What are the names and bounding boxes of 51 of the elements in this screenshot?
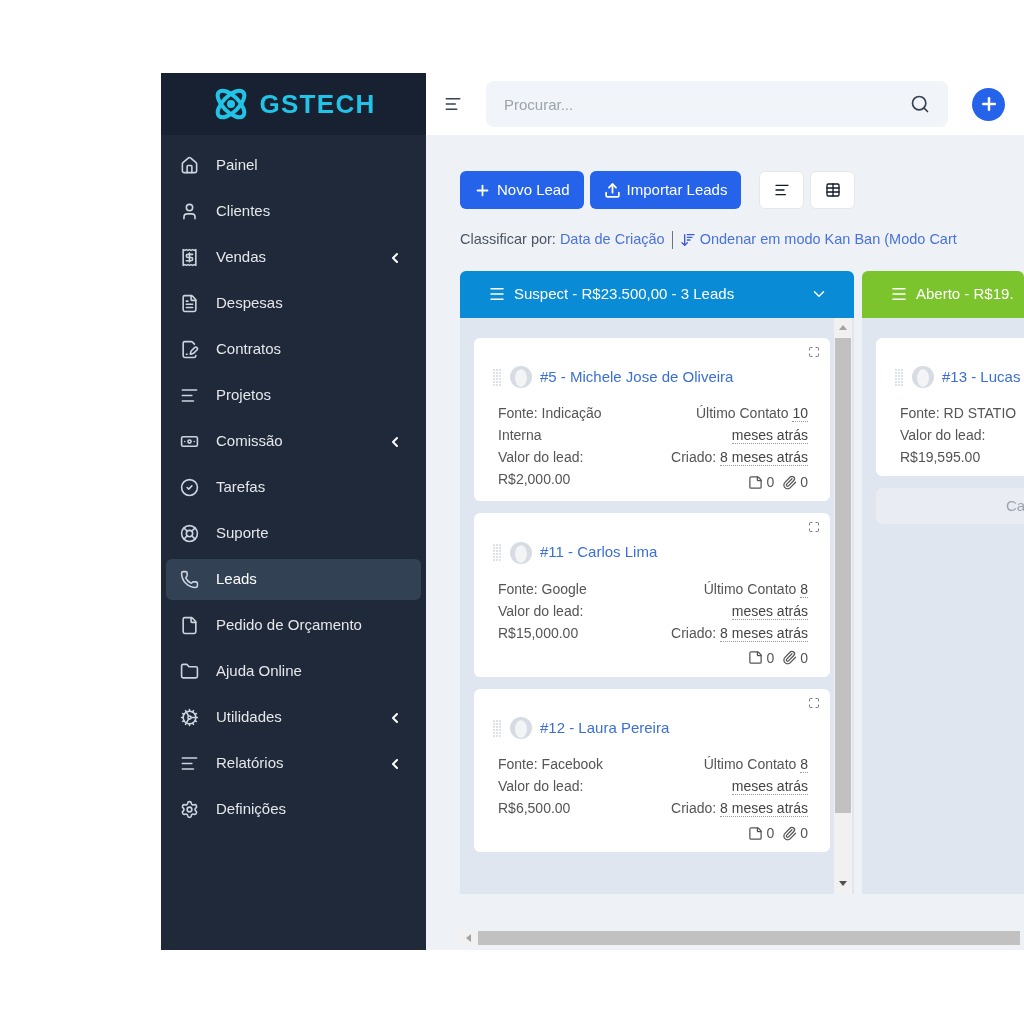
sidebar-item[interactable]: Definições bbox=[166, 789, 421, 830]
attachments-count[interactable]: 0 bbox=[782, 646, 808, 669]
search-field[interactable]: Procurar... bbox=[486, 81, 948, 127]
sidebar-item[interactable]: Painel bbox=[166, 145, 421, 186]
sidebar-item[interactable]: Pedido de Orçamento bbox=[166, 605, 421, 646]
sidebar-item[interactable]: Leads bbox=[166, 559, 421, 600]
last-contact-label: Último Contato 8 meses atrás bbox=[702, 755, 808, 798]
sidebar-item[interactable]: Utilidades bbox=[166, 697, 421, 738]
lead-title[interactable]: #5 - Michele Jose de Oliveira bbox=[540, 365, 734, 389]
lead-value: Valor do lead: R$2,000.00 bbox=[498, 448, 585, 490]
lead-title[interactable]: #13 - Lucas bbox=[942, 365, 1021, 389]
created-label: Criado: 8 meses atrás bbox=[671, 799, 808, 820]
lead-card[interactable]: #12 - Laura Pereira Fonte: Facebook Valor do lead: R$6,500.00 Último Contato 8 meses atrás Criado: 8 meses atrás 0 0 bbox=[474, 688, 830, 853]
lead-value: Valor do lead: R$19,595.00 bbox=[900, 426, 987, 468]
column-header[interactable]: Suspect - R$23.500,00 - 3 Leads bbox=[460, 270, 854, 318]
sort-field-link[interactable]: Data de Criação bbox=[559, 229, 665, 251]
lead-card[interactable]: #5 - Michele Jose de Oliveira Fonte: Indicação Interna Valor do lead: R$2,000.00 Último Contato 10 meses atrás Criado: 8 meses atrás 0 0 bbox=[474, 337, 830, 502]
attachments-count[interactable]: 0 bbox=[782, 822, 808, 845]
lead-source: Fonte: Indicação Interna bbox=[498, 404, 603, 446]
primary-button[interactable]: Importar Leads bbox=[589, 171, 742, 209]
last-contact-label: Último Contato 10 meses atrás bbox=[694, 404, 808, 447]
sidebar-item[interactable]: Clientes bbox=[166, 191, 421, 232]
primary-button[interactable]: Novo Lead bbox=[460, 171, 584, 209]
kanban-order-link[interactable]: Ondenar em modo Kan Ban (Modo Cart bbox=[699, 229, 957, 251]
lead-value: Valor do lead: R$15,000.00 bbox=[498, 601, 585, 643]
lead-value: Valor do lead: R$6,500.00 bbox=[498, 777, 585, 819]
lead-source: Fonte: RD STATIO bbox=[900, 404, 1018, 424]
sidebar-item[interactable]: Suporte bbox=[166, 513, 421, 554]
lead-title[interactable]: #12 - Laura Pereira bbox=[540, 716, 670, 740]
sidebar-item[interactable]: Despesas bbox=[166, 283, 421, 324]
created-label: Criado: 8 meses atrás bbox=[671, 623, 808, 644]
logo-text: GSTECH bbox=[259, 87, 376, 121]
lead-card[interactable]: #13 - Lucas Fonte: RD STATIO Valor do lead: R$19,595.00 bbox=[876, 337, 1024, 477]
sidebar-item[interactable]: Ajuda Online bbox=[166, 651, 421, 692]
lead-source: Fonte: Facebook bbox=[498, 755, 605, 775]
sidebar-item[interactable]: Comissão bbox=[166, 421, 421, 462]
notes-count[interactable]: 0 bbox=[748, 646, 775, 669]
sidebar-item[interactable]: Relatórios bbox=[166, 743, 421, 784]
sidebar-item[interactable]: Tarefas bbox=[166, 467, 421, 508]
sidebar-item[interactable]: Vendas bbox=[166, 237, 421, 278]
created-label: Criado: 8 meses atrás bbox=[671, 448, 808, 469]
attachments-count[interactable]: 0 bbox=[782, 471, 808, 494]
lead-source: Fonte: Google bbox=[498, 579, 588, 599]
notes-count[interactable]: 0 bbox=[748, 822, 775, 845]
lead-card[interactable]: #11 - Carlos Lima Fonte: Google Valor do lead: R$15,000.00 Último Contato 8 meses atrás Criado: 8 meses atrás 0 0 bbox=[474, 513, 830, 677]
last-contact-label: Último Contato 8 meses atrás bbox=[702, 579, 808, 622]
sidebar-item[interactable]: Projetos bbox=[166, 375, 421, 416]
sort-label: Classificar por: bbox=[460, 230, 556, 249]
notes-count[interactable]: 0 bbox=[748, 471, 775, 494]
lead-title[interactable]: #11 - Carlos Lima bbox=[540, 541, 658, 564]
sidebar-item[interactable]: Contratos bbox=[166, 329, 421, 370]
